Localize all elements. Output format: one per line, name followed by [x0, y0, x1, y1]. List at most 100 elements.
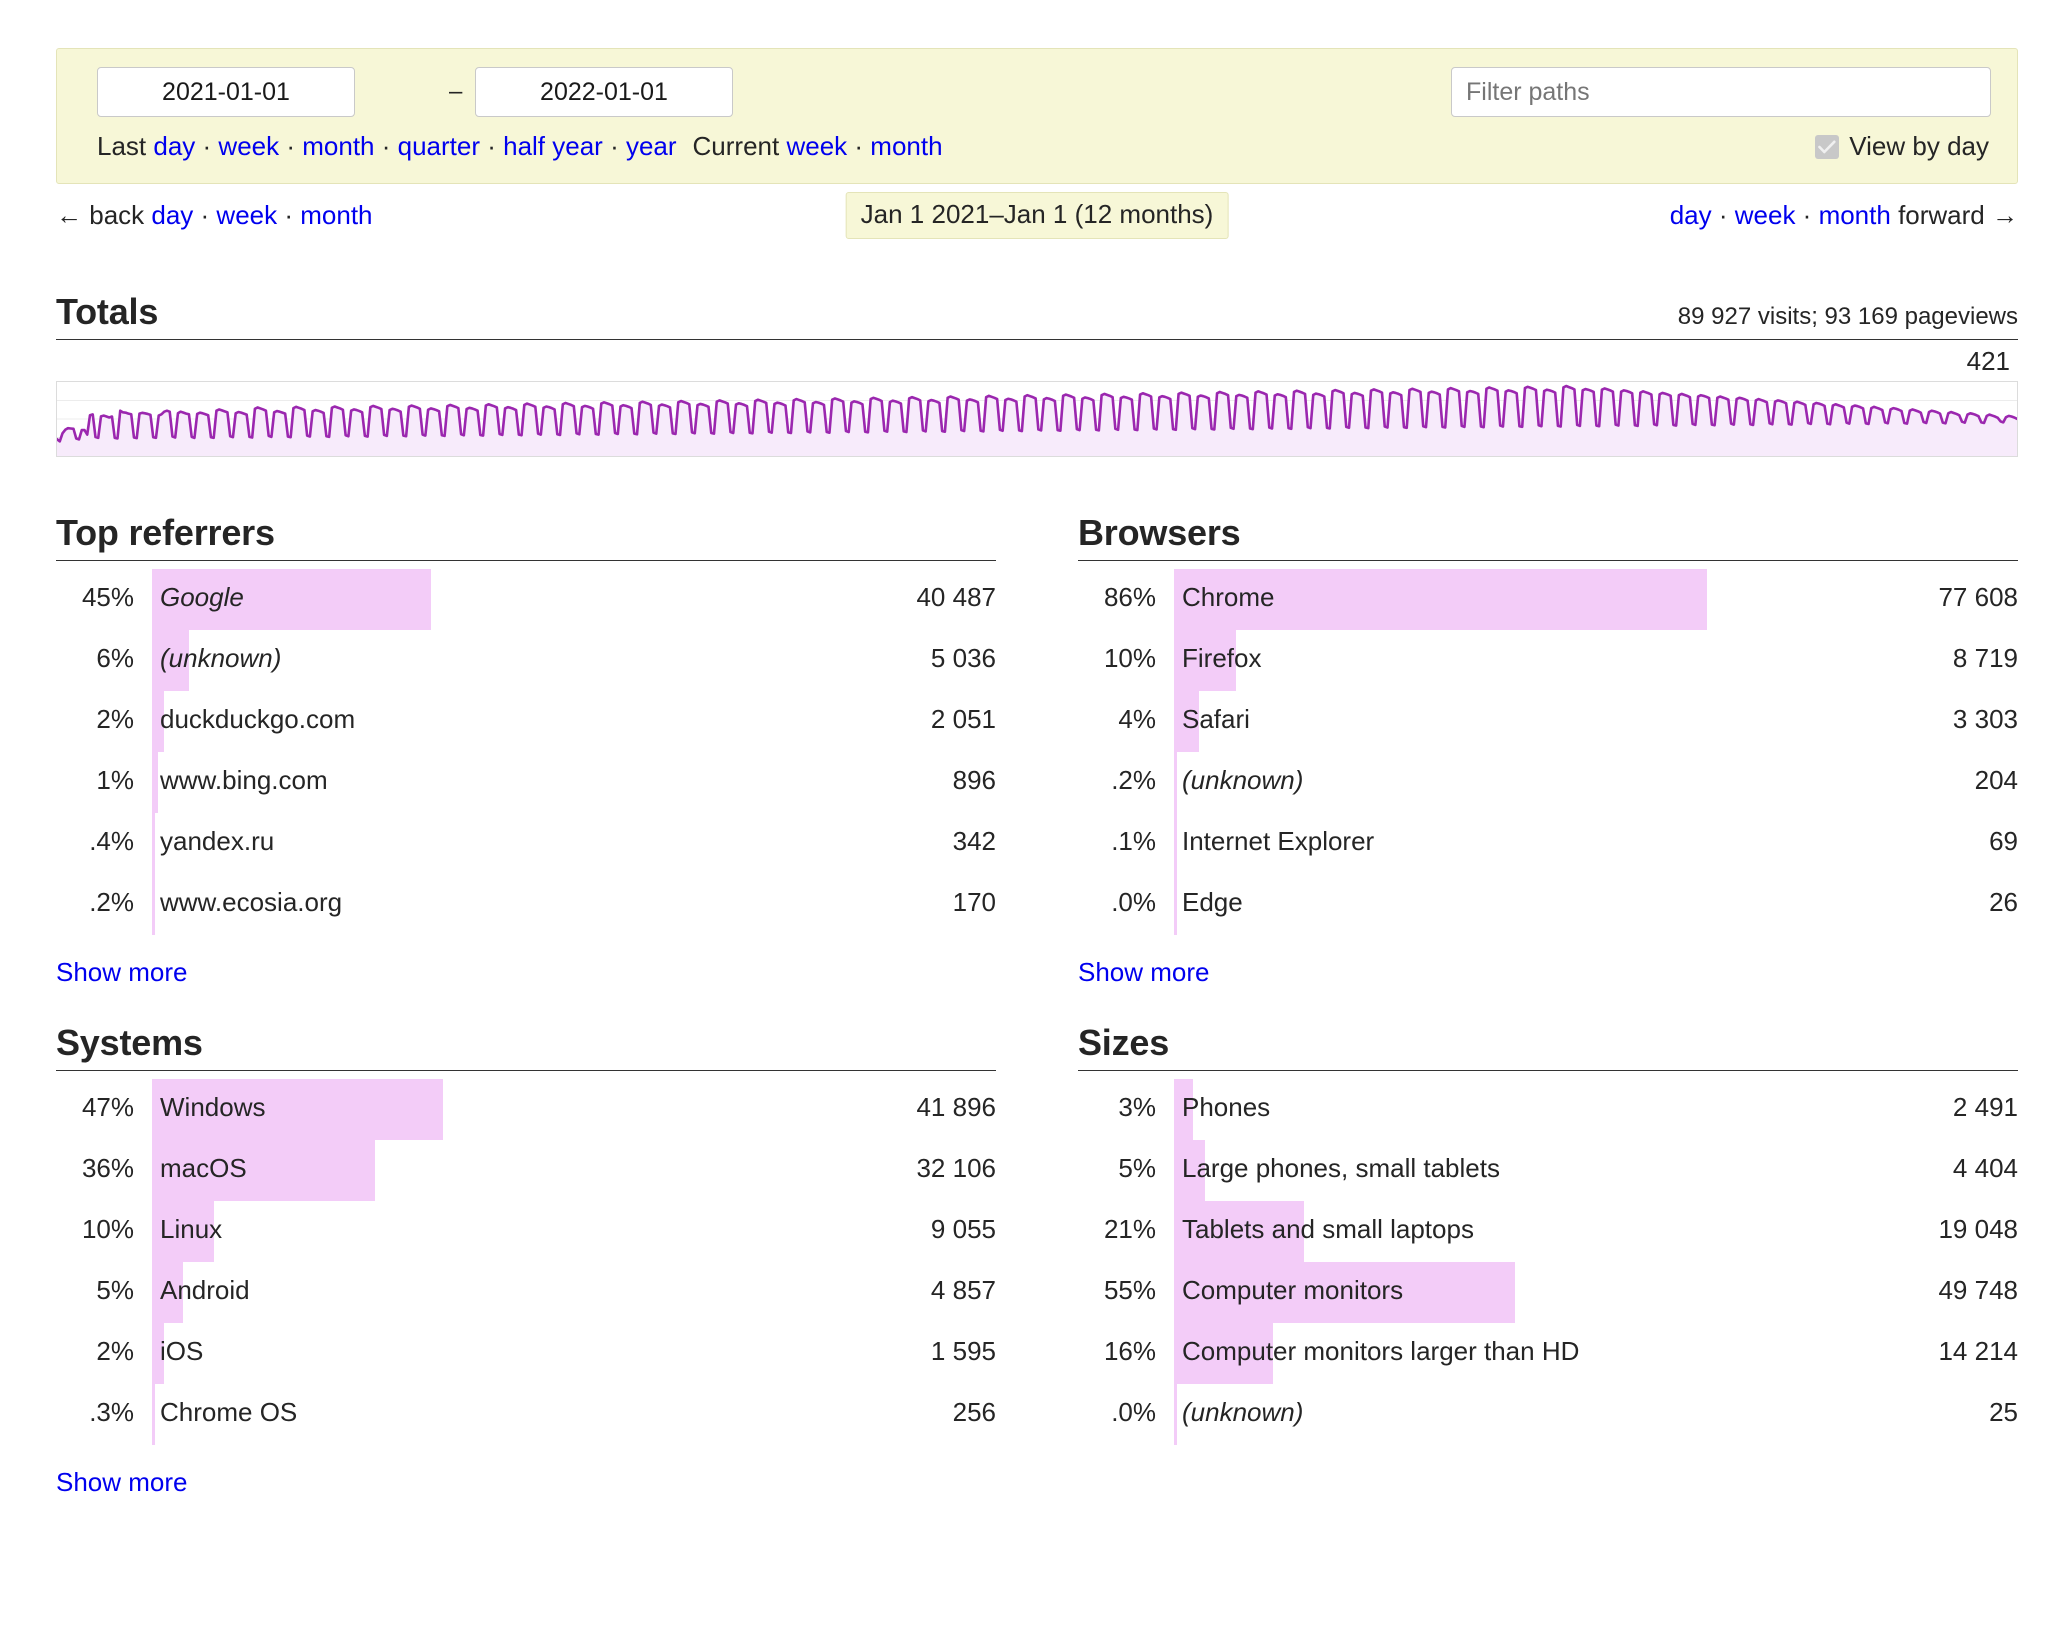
stat-count: 14 214 — [1938, 1336, 2018, 1366]
stat-percent: 45% — [81, 582, 134, 612]
stat-percent: 16% — [1103, 1336, 1156, 1366]
stat-row[interactable]: 47% Windows 41 896 — [56, 1079, 996, 1140]
stat-percent: 5% — [1118, 1153, 1156, 1183]
stat-count: 5 036 — [930, 643, 996, 673]
filter-paths-input[interactable] — [1451, 67, 1991, 117]
stat-row[interactable]: 4% Safari 3 303 — [1078, 691, 2018, 752]
stat-row[interactable]: 45% Google 40 487 — [56, 569, 996, 630]
section-title: Sizes — [1078, 1022, 1170, 1063]
nav-forward-group: day · week · month forward → — [1670, 200, 2018, 231]
show-more-link[interactable]: Show more — [56, 1467, 188, 1498]
stat-row[interactable]: .0% (unknown) 25 — [1078, 1384, 2018, 1445]
stat-row[interactable]: .0% Edge 26 — [1078, 874, 2018, 935]
dot-sep: · — [480, 131, 504, 161]
stat-row[interactable]: 6% (unknown) 5 036 — [56, 630, 996, 691]
totals-header: Totals 89 927 visits; 93 169 pageviews — [56, 290, 2018, 340]
current-period-label: Jan 1 2021–Jan 1 (12 months) — [845, 192, 1229, 239]
stat-row[interactable]: .3% Chrome OS 256 — [56, 1384, 996, 1445]
stat-row[interactable]: 3% Phones 2 491 — [1078, 1079, 2018, 1140]
stat-count: 256 — [952, 1397, 996, 1427]
forward-arrow-icon: → — [1992, 200, 2018, 230]
view-by-day-checkbox[interactable] — [1815, 134, 1840, 159]
section-title: Browsers — [1078, 512, 1241, 553]
stat-count: 342 — [952, 826, 996, 856]
stat-row[interactable]: 21% Tablets and small laptops 19 048 — [1078, 1201, 2018, 1262]
stat-count: 77 608 — [1938, 582, 2018, 612]
stat-label: Phones — [1182, 1092, 1271, 1122]
stat-label: Edge — [1182, 887, 1243, 917]
stat-bar — [1174, 874, 1177, 935]
last-quarter-link[interactable]: quarter — [398, 131, 480, 161]
section-browsers: Browsers 86% Chrome 77 608 10% Firefox 8 719 4%… — [1078, 510, 2018, 988]
show-more-link[interactable]: Show more — [1078, 957, 1210, 988]
totals-section: Totals 89 927 visits; 93 169 pageviews 4… — [56, 290, 2018, 457]
last-week-link[interactable]: week — [218, 131, 279, 161]
section-header-sizes: Sizes — [1078, 1020, 2018, 1071]
view-by-day-label: View by day — [1849, 131, 1989, 161]
back-week-link[interactable]: week — [216, 200, 277, 230]
stat-label: www.ecosia.org — [160, 887, 343, 917]
last-half-year-link[interactable]: half year — [503, 131, 603, 161]
stat-row[interactable]: .2% (unknown) 204 — [1078, 752, 2018, 813]
totals-max-value: 421 — [1966, 346, 2010, 376]
stat-label: Google — [160, 582, 244, 612]
section-header-browsers: Browsers — [1078, 510, 2018, 561]
current-month-link[interactable]: month — [870, 131, 942, 161]
section-systems: Systems 47% Windows 41 896 36% macOS 32 106 10%… — [56, 1020, 996, 1498]
stat-percent: .2% — [1111, 765, 1156, 795]
last-day-link[interactable]: day — [153, 131, 195, 161]
stat-row[interactable]: 16% Computer monitors larger than HD 14 21… — [1078, 1323, 2018, 1384]
stat-row[interactable]: .1% Internet Explorer 69 — [1078, 813, 2018, 874]
section-header-systems: Systems — [56, 1020, 996, 1071]
stat-row[interactable]: 36% macOS 32 106 — [56, 1140, 996, 1201]
stat-percent: .1% — [1111, 826, 1156, 856]
current-week-link[interactable]: week — [786, 131, 847, 161]
dot-sep: · — [277, 200, 301, 230]
date-end-input[interactable] — [475, 67, 733, 117]
stat-row[interactable]: 10% Firefox 8 719 — [1078, 630, 2018, 691]
last-year-link[interactable]: year — [626, 131, 677, 161]
stat-row[interactable]: 86% Chrome 77 608 — [1078, 569, 2018, 630]
stat-label: yandex.ru — [160, 826, 275, 856]
stat-row[interactable]: .2% www.ecosia.org 170 — [56, 874, 996, 935]
last-month-link[interactable]: month — [302, 131, 374, 161]
show-more-link[interactable]: Show more — [56, 957, 188, 988]
stat-label: iOS — [160, 1336, 204, 1366]
forward-day-link[interactable]: day — [1670, 200, 1712, 230]
stat-row[interactable]: 55% Computer monitors 49 748 — [1078, 1262, 2018, 1323]
stat-bar — [152, 1384, 155, 1445]
stat-count: 4 404 — [1952, 1153, 2018, 1183]
stat-row[interactable]: 1% www.bing.com 896 — [56, 752, 996, 813]
totals-chart[interactable] — [56, 381, 2018, 457]
stat-row[interactable]: 5% Android 4 857 — [56, 1262, 996, 1323]
stat-count: 26 — [1989, 887, 2018, 917]
stat-row[interactable]: 10% Linux 9 055 — [56, 1201, 996, 1262]
stat-row[interactable]: .4% yandex.ru 342 — [56, 813, 996, 874]
filter-bar-row-links: Last day · week · month · quarter · half… — [79, 131, 1995, 169]
stat-list: 86% Chrome 77 608 10% Firefox 8 719 4% Safari 3 … — [1078, 569, 2018, 935]
stat-list: 45% Google 40 487 6% (unknown) 5 036 2% duckduc… — [56, 569, 996, 935]
stat-percent: .2% — [89, 887, 134, 917]
stat-label: duckduckgo.com — [160, 704, 356, 734]
stat-count: 896 — [952, 765, 996, 795]
stat-bar — [1174, 752, 1177, 813]
stat-label: Linux — [160, 1214, 223, 1244]
stat-row[interactable]: 2% duckduckgo.com 2 051 — [56, 691, 996, 752]
stat-label: (unknown) — [160, 643, 282, 673]
back-day-link[interactable]: day — [151, 200, 193, 230]
period-navigation: ← back day · week · month Jan 1 2021–Jan… — [56, 192, 2018, 246]
date-range-separator: – — [449, 78, 463, 105]
stat-row[interactable]: 5% Large phones, small tablets 4 404 — [1078, 1140, 2018, 1201]
stat-percent: 10% — [1103, 643, 1156, 673]
view-by-day-toggle[interactable]: View by day — [1815, 131, 1989, 162]
stat-percent: 55% — [1103, 1275, 1156, 1305]
forward-month-link[interactable]: month — [1819, 200, 1891, 230]
stat-row[interactable]: 2% iOS 1 595 — [56, 1323, 996, 1384]
forward-week-link[interactable]: week — [1735, 200, 1796, 230]
stat-count: 204 — [1974, 765, 2018, 795]
back-month-link[interactable]: month — [300, 200, 372, 230]
dot-sep: · — [374, 131, 398, 161]
stat-label: Internet Explorer — [1182, 826, 1375, 856]
stat-count: 9 055 — [930, 1214, 996, 1244]
date-start-input[interactable] — [97, 67, 355, 117]
